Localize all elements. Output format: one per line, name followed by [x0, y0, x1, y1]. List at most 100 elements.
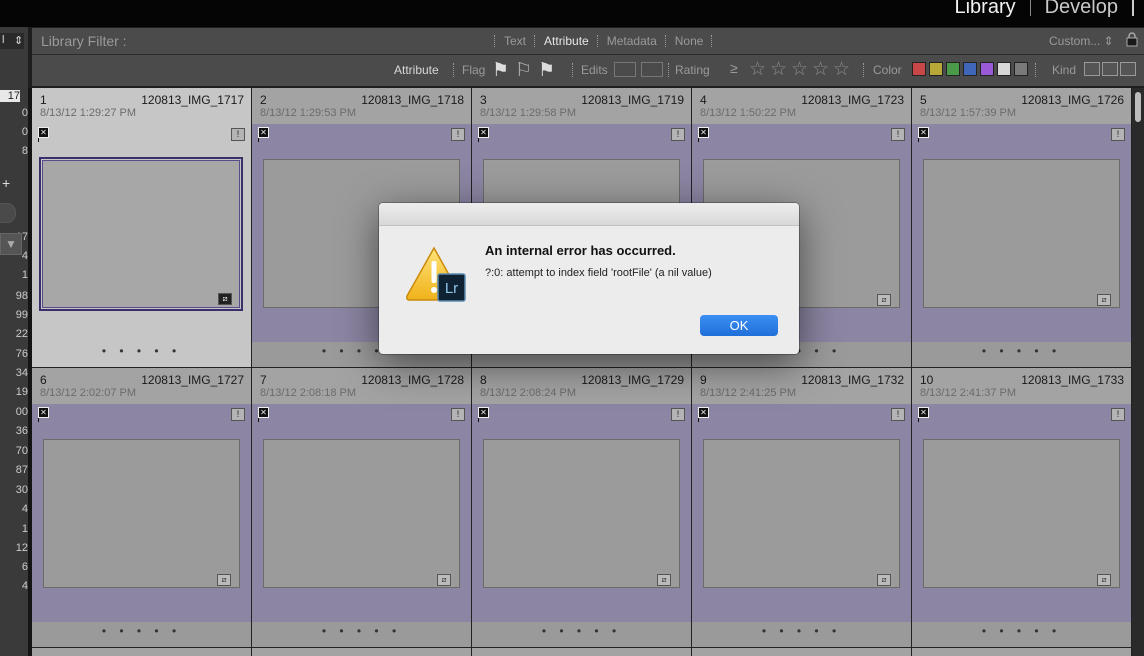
grid-cell-partial[interactable]	[32, 648, 251, 656]
grid-cell[interactable]: 6 120813_IMG_1727 8/13/12 2:02:07 PM ✕! ⧄ • •…	[32, 368, 251, 647]
cell-capture-date: 8/13/12 1:29:27 PM	[40, 107, 137, 119]
flag-pole	[918, 418, 919, 422]
metadata-badge-icon[interactable]: !	[1111, 128, 1125, 141]
kind-virtual-copy-icon[interactable]	[1102, 62, 1118, 76]
star-icon[interactable]: ☆	[770, 58, 787, 81]
reject-flag-icon[interactable]: ✕	[698, 127, 709, 138]
unedited-filter-icon[interactable]	[641, 62, 663, 77]
reject-flag-icon[interactable]: ✕	[258, 127, 269, 138]
color-swatch[interactable]	[1014, 62, 1028, 76]
reject-flag-icon[interactable]: ✕	[38, 127, 49, 138]
metadata-badge-icon[interactable]: !	[451, 408, 465, 421]
thumbnail-placeholder[interactable]	[923, 439, 1120, 588]
rating-dots[interactable]: • • • • •	[472, 624, 691, 638]
reject-flag-icon[interactable]: ✕	[698, 407, 709, 418]
warning-icon: Lr	[406, 246, 466, 302]
thumbnail-placeholder[interactable]	[43, 439, 240, 588]
develop-adjustment-icon[interactable]: ⧄	[217, 574, 231, 586]
color-swatch[interactable]	[997, 62, 1011, 76]
color-swatch[interactable]	[929, 62, 943, 76]
grid-cell-partial[interactable]	[472, 648, 691, 656]
left-panel-header[interactable]: l ⇕	[0, 33, 24, 49]
left-panel-count[interactable]: 17	[0, 90, 20, 102]
rating-dots[interactable]: • • • • •	[692, 624, 911, 638]
metadata-badge-icon[interactable]: !	[451, 128, 465, 141]
reject-flag-icon[interactable]: ✕	[38, 407, 49, 418]
grid-cell[interactable]: 9 120813_IMG_1732 8/13/12 2:41:25 PM ✕! ⧄ • •…	[692, 368, 911, 647]
thumbnail-placeholder[interactable]	[39, 157, 243, 311]
metadata-badge-icon[interactable]: !	[671, 128, 685, 141]
flagged-filter-icon[interactable]: ⚑	[492, 59, 509, 82]
rating-operator[interactable]: ≥	[730, 60, 738, 76]
color-swatch[interactable]	[946, 62, 960, 76]
color-swatch[interactable]	[963, 62, 977, 76]
color-swatch[interactable]	[980, 62, 994, 76]
reject-flag-icon[interactable]: ✕	[258, 407, 269, 418]
metadata-badge-icon[interactable]: !	[671, 408, 685, 421]
tab-none[interactable]: None	[667, 34, 712, 48]
develop-adjustment-icon[interactable]: ⧄	[657, 574, 671, 586]
thumbnail-placeholder[interactable]	[703, 439, 900, 588]
metadata-badge-icon[interactable]: !	[891, 128, 905, 141]
star-icon[interactable]: ☆	[833, 58, 850, 81]
lock-icon[interactable]	[1126, 32, 1138, 47]
kind-video-icon[interactable]	[1120, 62, 1136, 76]
chevron-down-icon[interactable]: ▼	[0, 233, 22, 255]
develop-adjustment-icon[interactable]: ⧄	[218, 293, 232, 305]
grid-cell-partial[interactable]	[692, 648, 911, 656]
grid-scrollbar[interactable]	[1132, 88, 1144, 656]
grid-cell[interactable]: 7 120813_IMG_1728 8/13/12 2:08:18 PM ✕! ⧄ • •…	[252, 368, 471, 647]
grid-cell[interactable]: 5 120813_IMG_1726 8/13/12 1:57:39 PM ✕! ⧄ • •…	[912, 88, 1131, 367]
rating-dots[interactable]: • • • • •	[252, 624, 471, 638]
thumbnail-placeholder[interactable]	[263, 439, 460, 588]
kind-master-icon[interactable]	[1084, 62, 1100, 76]
reject-flag-icon[interactable]: ✕	[918, 407, 929, 418]
module-develop[interactable]: Develop	[1045, 0, 1118, 19]
reject-flag-icon[interactable]: ✕	[478, 127, 489, 138]
tab-text[interactable]: Text	[496, 34, 534, 48]
scrollbar-thumb[interactable]	[1135, 92, 1141, 122]
grid-cell-partial[interactable]	[252, 648, 471, 656]
tab-attribute[interactable]: Attribute	[536, 34, 597, 48]
tab-metadata[interactable]: Metadata	[599, 34, 665, 48]
left-panel-count: 30	[15, 484, 28, 496]
dialog-titlebar[interactable]	[379, 203, 799, 226]
search-field-stub[interactable]	[0, 203, 16, 223]
edited-filter-icon[interactable]	[614, 62, 636, 77]
ok-button[interactable]: OK	[700, 315, 778, 336]
grid-cell[interactable]: 1 120813_IMG_1717 8/13/12 1:29:27 PM ✕! ⧄ • •…	[32, 88, 251, 367]
star-icon[interactable]: ☆	[791, 58, 808, 81]
develop-adjustment-icon[interactable]: ⧄	[1097, 574, 1111, 586]
metadata-badge-icon[interactable]: !	[231, 408, 245, 421]
flag-pole	[478, 138, 479, 142]
library-filter-tabs: Text Attribute Metadata None	[494, 34, 713, 48]
develop-adjustment-icon[interactable]: ⧄	[877, 294, 891, 306]
grid-cell[interactable]: 10 120813_IMG_1733 8/13/12 2:41:37 PM ✕! ⧄ • …	[912, 368, 1131, 647]
rating-dots[interactable]: • • • • •	[912, 624, 1131, 638]
rating-dots[interactable]: • • • • •	[32, 344, 251, 358]
develop-adjustment-icon[interactable]: ⧄	[877, 574, 891, 586]
metadata-badge-icon[interactable]: !	[891, 408, 905, 421]
reject-flag-icon[interactable]: ✕	[478, 407, 489, 418]
rejected-filter-icon[interactable]: ⚑	[538, 59, 555, 82]
filter-preset-select[interactable]: Custom... ⇕	[1049, 34, 1114, 48]
rating-dots[interactable]: • • • • •	[32, 624, 251, 638]
develop-adjustment-icon[interactable]: ⧄	[1097, 294, 1111, 306]
grid-cell-partial[interactable]	[912, 648, 1131, 656]
attr-separator	[1035, 63, 1037, 77]
color-swatch[interactable]	[912, 62, 926, 76]
thumbnail-placeholder[interactable]	[483, 439, 680, 588]
metadata-badge-icon[interactable]: !	[1111, 408, 1125, 421]
add-collection-icon[interactable]: +	[2, 175, 18, 191]
thumbnail-placeholder[interactable]	[923, 159, 1120, 308]
module-library[interactable]: Library	[954, 0, 1015, 19]
grid-cell[interactable]: 8 120813_IMG_1729 8/13/12 2:08:24 PM ✕! ⧄ • •…	[472, 368, 691, 647]
star-icon[interactable]: ☆	[749, 58, 766, 81]
cell-index: 6	[40, 373, 47, 387]
star-icon[interactable]: ☆	[812, 58, 829, 81]
reject-flag-icon[interactable]: ✕	[918, 127, 929, 138]
unflagged-filter-icon[interactable]: ⚐	[515, 59, 532, 82]
rating-dots[interactable]: • • • • •	[912, 344, 1131, 358]
develop-adjustment-icon[interactable]: ⧄	[437, 574, 451, 586]
metadata-badge-icon[interactable]: !	[231, 128, 245, 141]
